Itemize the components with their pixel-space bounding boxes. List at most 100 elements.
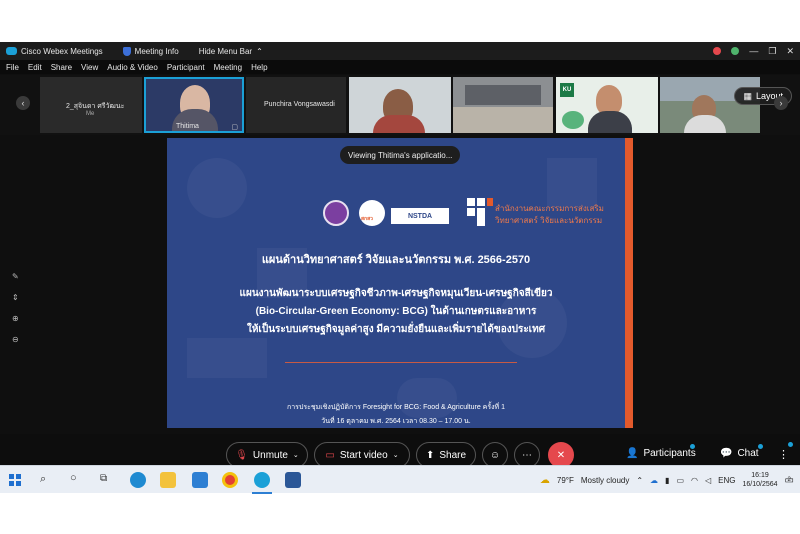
participant-video-body [373, 115, 425, 133]
participant-video-tile[interactable]: KU [556, 77, 658, 133]
participants-icon: 👤 [626, 448, 639, 459]
wifi-icon[interactable]: ◠ [691, 476, 698, 485]
participant-video-body [684, 115, 726, 133]
chevron-up-icon[interactable]: ⌃ [636, 476, 643, 485]
slide-event-line: การประชุมเชิงปฏิบัติการ Foresight for BC… [287, 404, 505, 411]
onedrive-icon[interactable]: ☁ [650, 476, 658, 485]
weather-temp[interactable]: 79°F [557, 476, 574, 485]
share-side-tools: ✎ ⇕ ⊕ ⊖ [12, 272, 19, 344]
nstda-logo: NSTDA [391, 208, 449, 224]
more-icon[interactable]: ⋮ [778, 448, 789, 461]
strip-prev-button[interactable]: ‹ [16, 96, 30, 110]
chat-panel-button[interactable]: 💬 Chat [720, 448, 759, 459]
meeting-info-button[interactable]: Meeting Info [122, 46, 179, 56]
maximize-icon[interactable]: ❐ [768, 46, 776, 57]
display-icon[interactable]: ▭ [676, 476, 684, 485]
participants-panel-button[interactable]: 👤 Participants [626, 448, 696, 459]
ku-logo-icon: KU [560, 83, 574, 97]
menu-meeting[interactable]: Meeting [214, 63, 242, 72]
participant-tile-active-speaker[interactable]: Thitima ▢ [144, 77, 244, 133]
viewing-share-indicator[interactable]: Viewing Thitima's applicatio... [340, 146, 461, 164]
hide-menu-bar-button[interactable]: Hide Menu Bar ⌃ [199, 47, 263, 56]
menu-participant[interactable]: Participant [167, 63, 205, 72]
slide-pattern [187, 338, 267, 378]
participant-video-bg [562, 111, 584, 129]
close-icon[interactable]: ✕ [786, 46, 794, 57]
menu-view[interactable]: View [81, 63, 98, 72]
word-icon[interactable] [285, 472, 301, 488]
slide-plan-title: แผนด้านวิทยาศาสตร์ วิจัยและนวัตกรรม พ.ศ.… [261, 254, 531, 266]
zoom-out-icon[interactable]: ⊖ [12, 335, 19, 344]
participant-video-tile[interactable] [660, 77, 760, 133]
chevron-up-icon: ⌃ [256, 46, 263, 56]
clock[interactable]: 16:19 16/10/2564 [743, 471, 778, 489]
widgets-icon[interactable]: ⧉ [100, 473, 107, 484]
menu-help[interactable]: Help [251, 63, 267, 72]
minimize-icon[interactable]: — [749, 46, 758, 56]
windows-taskbar: ⌕ ○ ⧉ ☁ 79°F Mostly cloudy ⌃ ☁ ▮ ▭ ◠ ◁ E… [0, 465, 800, 494]
window-controls: — ❐ ✕ [713, 42, 794, 60]
slide-accent-bar [625, 138, 633, 428]
mail-icon[interactable] [192, 472, 208, 488]
windows-start-icon[interactable] [9, 474, 21, 486]
slide-headline-2: (Bio-Circular-Green Economy: BCG) ในด้าน… [255, 306, 537, 317]
participant-video-tile[interactable] [349, 77, 451, 133]
title-bar: Cisco Webex Meetings Meeting Info Hide M… [0, 42, 800, 60]
share-icon: ⬆ [425, 449, 435, 461]
system-tray: ☁ 79°F Mostly cloudy ⌃ ☁ ▮ ▭ ◠ ◁ ENG 16:… [540, 466, 794, 494]
slide-pattern [187, 158, 247, 218]
menu-audio-video[interactable]: Audio & Video [107, 63, 158, 72]
org-name-line-2: วิทยาศาสตร์ วิจัยและนวัตกรรม [495, 216, 603, 225]
participant-video-tile[interactable] [453, 77, 553, 133]
nxpo-logo-icon [467, 198, 493, 226]
participant-strip: ‹ 2_สุจินดา ศรีวัฒนะ Me Thitima ▢ Punchi… [0, 75, 800, 135]
network-status-icon[interactable] [731, 47, 740, 55]
slide-date-line: วันที่ 16 ตุลาคม พ.ศ. 2564 เวลา 08.30 – … [321, 418, 471, 425]
slide-divider [285, 362, 517, 363]
menu-edit[interactable]: Edit [28, 63, 42, 72]
search-icon[interactable]: ⌕ [40, 473, 46, 486]
chrome-icon[interactable] [222, 472, 238, 488]
shared-presentation-slide: สกสว NSTDA สำนักงานคณะกรรมการส่งเสริม วิ… [167, 138, 633, 428]
slide-headline-1: แผนงานพัฒนาระบบเศรษฐกิจชีวภาพ-เศรษฐกิจหม… [239, 288, 553, 299]
annotate-icon[interactable]: ✎ [12, 272, 19, 281]
more-icon[interactable]: ▢ [231, 123, 238, 131]
menu-file[interactable]: File [6, 63, 19, 72]
participant-video [453, 107, 553, 133]
app-title: Cisco Webex Meetings [6, 47, 103, 56]
edge-icon[interactable] [130, 472, 146, 488]
reaction-smile-icon: ☺ [489, 449, 501, 461]
notification-icon[interactable]: ▭ 2 [785, 475, 794, 486]
volume-icon[interactable]: ◁ [705, 476, 711, 485]
slide-headline-3: ให้เป็นระบบเศรษฐกิจมูลค่าสูง มีความยั่งย… [246, 324, 546, 335]
mhesi-logo-icon [323, 200, 349, 226]
participants-notification-dot [690, 444, 695, 449]
language-indicator[interactable]: ENG [718, 476, 735, 485]
participant-video-body [588, 111, 632, 133]
slide-pattern [547, 158, 597, 208]
weather-icon[interactable]: ☁ [540, 475, 550, 486]
more-icon: ⋯ [522, 449, 532, 461]
task-view-icon[interactable]: ○ [70, 472, 77, 484]
menu-share[interactable]: Share [51, 63, 72, 72]
recording-icon[interactable] [713, 47, 722, 55]
participant-video-room [465, 85, 541, 105]
participant-tile-me[interactable]: 2_สุจินดา ศรีวัฒนะ Me [40, 77, 142, 133]
file-explorer-icon[interactable] [160, 472, 176, 488]
weather-desc[interactable]: Mostly cloudy [581, 476, 629, 485]
webex-window: Cisco Webex Meetings Meeting Info Hide M… [0, 42, 800, 493]
webex-taskbar-icon[interactable] [254, 472, 270, 488]
chevron-down-icon[interactable]: ⌄ [293, 451, 299, 459]
strip-next-button[interactable]: › [774, 96, 788, 110]
zoom-in-icon[interactable]: ⊕ [12, 314, 19, 323]
chevron-down-icon[interactable]: ⌄ [393, 451, 399, 459]
chat-notification-dot [758, 444, 763, 449]
battery-icon[interactable]: ▮ [665, 476, 669, 485]
mic-off-icon: 🎙 [235, 449, 248, 461]
fit-icon[interactable]: ⇕ [12, 293, 19, 302]
participant-name: Punchira Vongsawasdi [264, 101, 335, 108]
participant-me-label: Me [86, 111, 95, 117]
more-notification-dot [788, 442, 793, 447]
participant-tile[interactable]: Punchira Vongsawasdi [246, 77, 346, 133]
menu-bar: File Edit Share View Audio & Video Parti… [0, 60, 800, 74]
